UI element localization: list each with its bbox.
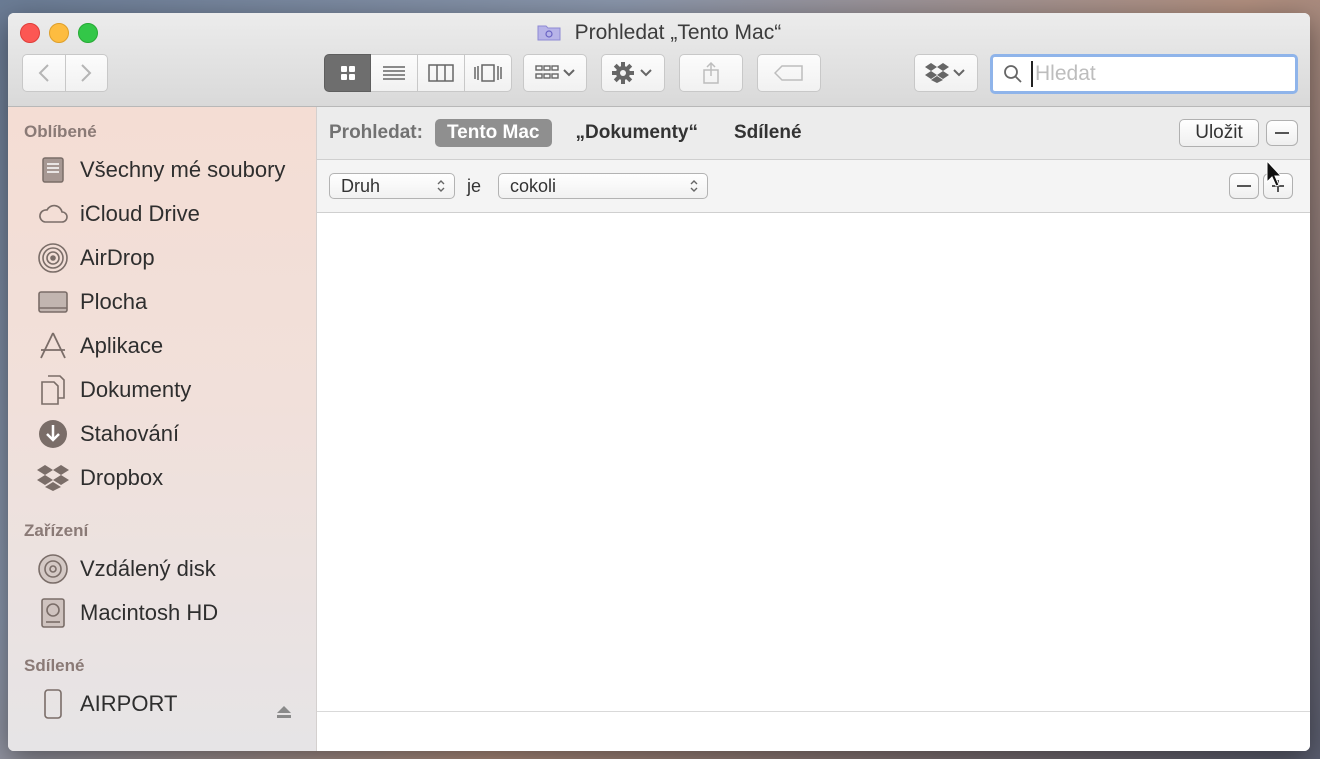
sidebar-item-icloud-drive[interactable]: iCloud Drive	[36, 194, 200, 234]
sidebar-item-documents[interactable]: Dokumenty	[36, 370, 191, 410]
sidebar-item-all-files[interactable]: Všechny mé soubory	[36, 150, 285, 190]
back-button[interactable]	[22, 54, 66, 92]
cover-flow-button[interactable]	[465, 54, 512, 92]
share-icon	[703, 61, 719, 84]
scope-this-mac[interactable]: Tento Mac	[434, 119, 552, 147]
remove-search-button[interactable]	[1266, 120, 1298, 146]
sidebar-section-favorites: Oblíbené	[24, 122, 97, 141]
dropbox-icon	[36, 461, 70, 495]
tag-icon	[774, 65, 803, 81]
sidebar-item-label: AIRPORT	[80, 691, 178, 716]
minus-icon	[1275, 132, 1289, 134]
sidebar-item-label: Stahování	[80, 421, 180, 446]
minus-icon	[1237, 185, 1251, 187]
navigation-buttons	[22, 54, 108, 92]
sidebar-item-applications[interactable]: Aplikace	[36, 326, 163, 366]
airport-icon	[36, 687, 70, 721]
criteria-value: cokoli	[510, 175, 557, 196]
scope-shared[interactable]: Sdílené	[722, 119, 814, 147]
sidebar-item-label: Aplikace	[80, 333, 164, 358]
sidebar-item-downloads[interactable]: Stahování	[36, 414, 179, 454]
sidebar-item-label: Vzdálený disk	[80, 556, 216, 581]
cloud-icon	[36, 197, 70, 231]
sidebar-item-label: Macintosh HD	[80, 600, 219, 625]
text-caret	[1031, 61, 1033, 87]
cover-flow-icon	[474, 64, 502, 82]
applications-icon	[36, 329, 70, 363]
sidebar-item-label: Dropbox	[80, 465, 164, 490]
sidebar-section-devices: Zařízení	[24, 521, 89, 540]
relation-label: je	[467, 176, 482, 196]
sidebar-item-airport[interactable]: AIRPORT	[36, 684, 177, 724]
attribute-popup[interactable]: Druh	[329, 173, 455, 199]
sidebar-item-airdrop[interactable]: AirDrop	[36, 238, 155, 278]
sidebar-item-label: iCloud Drive	[80, 201, 200, 226]
remove-criterion-button[interactable]	[1229, 173, 1259, 199]
window-title-text: Prohledat „Tento Mac“	[574, 21, 782, 44]
chevron-right-icon	[81, 64, 92, 82]
sidebar: Oblíbené Všechny mé soubory iCloud Drive	[8, 107, 317, 751]
search-input[interactable]	[1035, 62, 1275, 86]
chevron-up-down-icon	[437, 180, 445, 192]
group-button[interactable]	[523, 54, 587, 92]
dropbox-icon	[925, 63, 965, 83]
list-view-icon	[383, 66, 405, 80]
hard-drive-icon	[36, 596, 70, 630]
value-popup[interactable]: cokoli	[498, 173, 708, 199]
documents-icon	[36, 373, 70, 407]
smart-folder-icon	[537, 25, 561, 41]
sidebar-item-label: Všechny mé soubory	[80, 157, 286, 182]
toolbar: Prohledat „Tento Mac“	[8, 13, 1310, 107]
icon-view-icon	[340, 66, 355, 80]
sidebar-section-shared: Sdílené	[24, 656, 85, 675]
icon-view-button[interactable]	[324, 54, 371, 92]
results-area[interactable]	[317, 213, 1310, 711]
status-bar	[317, 711, 1310, 751]
column-view-button[interactable]	[418, 54, 465, 92]
save-button[interactable]: Uložit	[1179, 119, 1259, 147]
mouse-pointer-icon	[1266, 160, 1282, 187]
view-mode-buttons	[324, 54, 512, 92]
sidebar-item-remote-disc[interactable]: Vzdálený disk	[36, 549, 216, 589]
sidebar-item-label: Plocha	[80, 289, 148, 314]
download-icon	[36, 417, 70, 451]
scope-label: Prohledat:	[329, 122, 423, 143]
all-files-icon	[36, 153, 70, 187]
sidebar-item-label: Dokumenty	[80, 377, 192, 402]
search-field[interactable]	[990, 54, 1298, 94]
group-icon	[535, 65, 575, 79]
sidebar-item-macintosh-hd[interactable]: Macintosh HD	[36, 593, 218, 633]
search-icon	[1004, 65, 1022, 83]
share-button[interactable]	[679, 54, 743, 92]
search-criteria-row: Druh je cokoli	[317, 160, 1310, 213]
scope-documents[interactable]: „Dokumenty“	[564, 119, 710, 147]
tag-button[interactable]	[757, 54, 821, 92]
dropbox-button[interactable]	[914, 54, 978, 92]
sidebar-item-label: AirDrop	[80, 245, 155, 270]
action-button[interactable]	[601, 54, 665, 92]
forward-button[interactable]	[65, 54, 108, 92]
window-title: Prohledat „Tento Mac“	[8, 21, 1310, 45]
disc-icon	[36, 552, 70, 586]
airdrop-icon	[36, 241, 70, 275]
attribute-value: Druh	[341, 175, 381, 196]
chevron-up-down-icon	[690, 180, 698, 192]
gear-icon	[612, 62, 652, 84]
sidebar-item-desktop[interactable]: Plocha	[36, 282, 147, 322]
finder-window: Prohledat „Tento Mac“ Hledat Oblíbené Vš…	[8, 13, 1310, 751]
eject-icon[interactable]	[276, 705, 292, 719]
desktop-icon	[36, 285, 70, 319]
search-scope-bar: Prohledat: Tento Mac „Dokumenty“ Sdílené…	[317, 107, 1310, 160]
column-view-icon	[428, 64, 454, 82]
list-view-button[interactable]	[371, 54, 418, 92]
sidebar-item-dropbox[interactable]: Dropbox	[36, 458, 163, 498]
chevron-left-icon	[38, 64, 49, 82]
